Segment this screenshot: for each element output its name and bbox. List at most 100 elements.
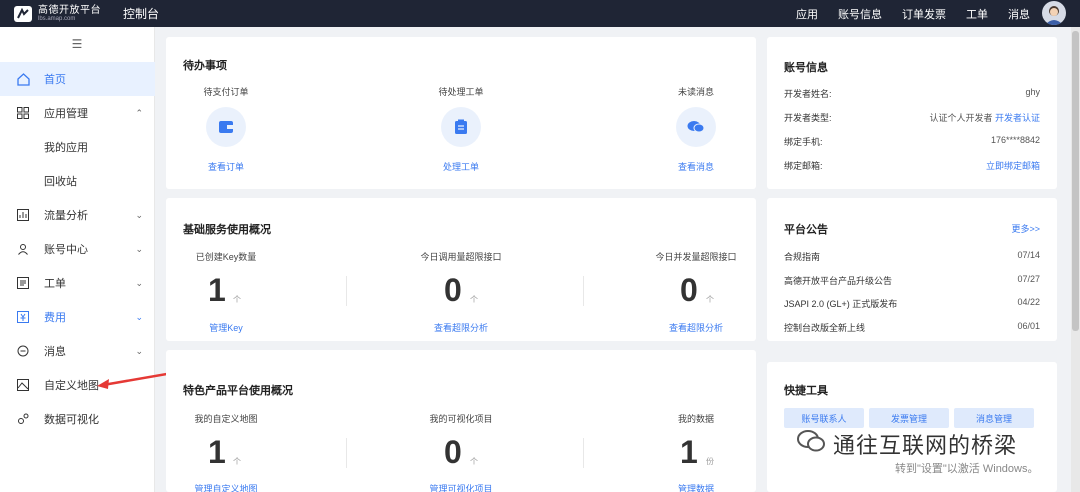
- chevron-up-icon: ⌃: [135, 107, 143, 118]
- watermark-title: 通往互联网的桥梁: [833, 433, 1018, 458]
- manage-data-link[interactable]: 管理数据: [631, 482, 761, 492]
- sidebar-item-custom-map[interactable]: 自定义地图: [0, 368, 155, 402]
- manage-key-link[interactable]: 管理Key: [166, 321, 286, 334]
- developer-certification-link[interactable]: 开发者认证: [995, 113, 1040, 123]
- todo-title: 待办事项: [183, 60, 227, 72]
- view-orders-link[interactable]: 查看订单: [176, 160, 276, 173]
- chevron-down-icon: ⌄: [135, 311, 143, 322]
- sidebar-item-label: 流量分析: [44, 210, 88, 222]
- special-products-title: 特色产品平台使用概况: [183, 385, 293, 397]
- chevron-down-icon: ⌄: [135, 209, 143, 220]
- top-nav-orders[interactable]: 订单发票: [902, 6, 946, 22]
- top-nav-messages[interactable]: 消息: [1008, 6, 1030, 22]
- invoice-management-button[interactable]: 发票管理: [869, 408, 949, 428]
- basic-services-title: 基础服务使用概况: [183, 224, 271, 236]
- scrollbar-thumb[interactable]: [1072, 31, 1079, 331]
- wechat-watermark-icon: [797, 430, 825, 452]
- account-phone-value: 176****8842: [990, 135, 1040, 145]
- amap-logo[interactable]: 高德开放平台 lbs.amap.com: [12, 0, 117, 27]
- sidebar-item-label: 工单: [44, 278, 66, 290]
- account-name-label: 开发者姓名:: [784, 89, 832, 99]
- account-row-type: 开发者类型: 认证个人开发者 开发者认证: [784, 111, 1040, 124]
- top-nav-tickets[interactable]: 工单: [966, 6, 988, 22]
- view-concurrency-exceed-link[interactable]: 查看超限分析: [631, 321, 761, 334]
- concurrency-exceed-value: 0: [680, 272, 698, 308]
- grid-icon: [16, 106, 30, 120]
- sidebar: ☰ 首页 应用管理 ⌃ 我的应用 回收站 流量分析 ⌄ 账号中心 ⌄ 工单 ⌄ …: [0, 27, 155, 492]
- key-count-unit: 个: [233, 295, 241, 304]
- notice-item-label: JSAPI 2.0 (GL+) 正式版发布: [784, 299, 898, 309]
- visualization-count-unit: 个: [470, 457, 478, 466]
- clipboard-icon[interactable]: [441, 107, 481, 147]
- view-messages-link[interactable]: 查看消息: [646, 160, 746, 173]
- custom-map-count-unit: 个: [233, 457, 241, 466]
- menu-toggle-icon[interactable]: ☰: [0, 27, 154, 60]
- ticket-icon: [16, 276, 30, 290]
- notice-item-label: 控制台改版全新上线: [784, 323, 866, 333]
- account-phone-label: 绑定手机:: [784, 137, 823, 147]
- top-bar: 高德开放平台 lbs.amap.com 控制台 应用 账号信息 订单发票 工单 …: [0, 0, 1080, 27]
- contacts-button[interactable]: 账号联系人: [784, 408, 864, 428]
- special-products-card: 特色产品平台使用概况 我的自定义地图 1 个 管理自定义地图 我的可视化项目 0…: [166, 350, 756, 492]
- message-management-button[interactable]: 消息管理: [954, 408, 1034, 428]
- home-icon: [16, 72, 30, 86]
- bind-email-link[interactable]: 立即绑定邮箱: [986, 159, 1040, 172]
- notice-more-link[interactable]: 更多>>: [1011, 222, 1040, 235]
- todo-label-tickets: 待处理工单: [438, 87, 484, 97]
- account-name-value: ghy: [1025, 87, 1040, 97]
- account-row-phone: 绑定手机: 176****8842: [784, 135, 1040, 148]
- notice-item[interactable]: 控制台改版全新上线 06/01: [784, 321, 1040, 334]
- logo-sub: lbs.amap.com: [38, 15, 76, 22]
- todo-label-messages: 未读消息: [677, 87, 714, 97]
- process-tickets-link[interactable]: 处理工单: [411, 160, 511, 173]
- visualization-icon: [16, 412, 30, 426]
- notice-item-label: 高德开放平台产品升级公告: [784, 276, 893, 286]
- sidebar-item-billing[interactable]: 费用 ⌄: [0, 300, 155, 334]
- sidebar-item-recycle-bin[interactable]: 回收站: [0, 164, 155, 198]
- key-count-label: 已创建Key数量: [195, 252, 257, 262]
- user-avatar[interactable]: [1042, 1, 1066, 25]
- chat-icon[interactable]: [676, 107, 716, 147]
- sidebar-item-data-visualization[interactable]: 数据可视化: [0, 402, 155, 436]
- sidebar-item-messages[interactable]: 消息 ⌄: [0, 334, 155, 368]
- divider: [583, 276, 584, 306]
- top-nav-account[interactable]: 账号信息: [838, 6, 882, 22]
- chart-icon: [16, 208, 30, 222]
- sidebar-item-app-management[interactable]: 应用管理 ⌃: [0, 96, 155, 130]
- chevron-down-icon: ⌄: [135, 277, 143, 288]
- console-title[interactable]: 控制台: [123, 5, 159, 22]
- data-count-unit: 份: [706, 457, 714, 466]
- divider: [346, 438, 347, 468]
- logo-name: 高德开放平台: [38, 4, 101, 16]
- sidebar-item-label: 回收站: [44, 176, 77, 188]
- notice-item[interactable]: JSAPI 2.0 (GL+) 正式版发布 04/22: [784, 297, 1040, 310]
- top-nav-apps[interactable]: 应用: [796, 6, 818, 22]
- sidebar-item-label: 账号中心: [44, 244, 88, 256]
- sidebar-item-label: 数据可视化: [44, 414, 99, 426]
- sidebar-item-account-center[interactable]: 账号中心 ⌄: [0, 232, 155, 266]
- sidebar-item-home[interactable]: 首页: [0, 62, 155, 96]
- call-exceed-label: 今日调用量超限接口: [420, 252, 502, 262]
- notice-title: 平台公告: [784, 224, 828, 236]
- notice-item[interactable]: 合规指南 07/14: [784, 250, 1040, 263]
- order-icon[interactable]: [206, 107, 246, 147]
- notice-item-date: 06/01: [1017, 321, 1040, 331]
- notice-item[interactable]: 高德开放平台产品升级公告 07/27: [784, 274, 1040, 287]
- account-info-title: 账号信息: [784, 62, 828, 74]
- page-scrollbar[interactable]: [1071, 27, 1080, 492]
- manage-visualization-link[interactable]: 管理可视化项目: [396, 482, 526, 492]
- account-email-label: 绑定邮箱:: [784, 161, 823, 171]
- manage-custom-map-link[interactable]: 管理自定义地图: [166, 482, 286, 492]
- user-icon: [16, 242, 30, 256]
- view-call-exceed-link[interactable]: 查看超限分析: [396, 321, 526, 334]
- sidebar-item-label: 自定义地图: [44, 380, 99, 392]
- sidebar-item-tickets[interactable]: 工单 ⌄: [0, 266, 155, 300]
- account-info-card: 账号信息 开发者姓名: ghy 开发者类型: 认证个人开发者 开发者认证 绑定手…: [767, 37, 1057, 189]
- account-type-label: 开发者类型:: [784, 113, 832, 123]
- notice-item-date: 04/22: [1017, 297, 1040, 307]
- sidebar-item-my-apps[interactable]: 我的应用: [0, 130, 155, 164]
- concurrency-exceed-label: 今日并发量超限接口: [655, 252, 737, 262]
- sidebar-item-label: 费用: [44, 312, 66, 324]
- amap-logo-icon: [12, 4, 34, 24]
- sidebar-item-traffic-analysis[interactable]: 流量分析 ⌄: [0, 198, 155, 232]
